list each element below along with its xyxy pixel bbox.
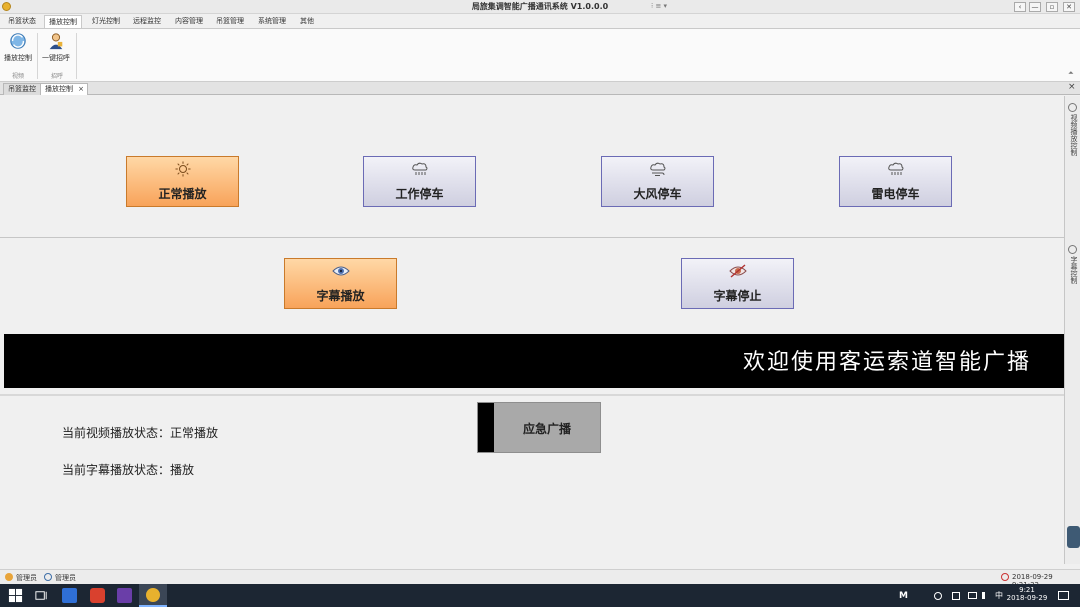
notification-area-icon[interactable] xyxy=(952,592,960,600)
broadcast-app-icon xyxy=(146,588,160,602)
doc-tab-playback-control[interactable]: 播放控制 × xyxy=(40,83,88,95)
playback-control-ribbon-button[interactable]: 播放控制 xyxy=(1,32,35,68)
wind-stop-button[interactable]: 大风停车 xyxy=(601,156,714,207)
sidebar-item-video-control[interactable]: 视频播放控制 xyxy=(1067,114,1079,156)
status-user-2: 管理员 xyxy=(55,574,76,582)
ribbon-group-label: 招呼 xyxy=(51,73,64,80)
sidebar-item-subtitle-control[interactable]: 字幕控制 xyxy=(1067,256,1079,284)
eye-slash-icon xyxy=(729,264,747,278)
marquee-text: 欢迎使用客运索道智能广播 xyxy=(743,350,1032,375)
subtitle-play-button[interactable]: 字幕播放 xyxy=(284,258,397,309)
wind-cloud-icon xyxy=(650,162,666,176)
subtitle-status-label: 当前字幕播放状态： xyxy=(62,463,171,477)
button-label: 字幕停止 xyxy=(713,289,762,303)
document-tabs: 吊篮监控 播放控制 × × xyxy=(0,82,1080,95)
title-bar: 局旅集调智能广播通讯系统 V1.0.0.0 ⁝ ≡ ▾ ‹ — ▫ ✕ xyxy=(0,0,1080,14)
user-icon xyxy=(44,573,52,581)
emergency-indicator-bar xyxy=(478,403,494,452)
taskbar: M 中 9:21 2018-09-29 xyxy=(0,584,1080,607)
pin-icon[interactable] xyxy=(1068,103,1077,112)
visual-studio-icon[interactable] xyxy=(117,588,132,603)
doc-tab-label: 播放控制 xyxy=(45,85,73,93)
ribbon-separator xyxy=(76,33,77,79)
collapse-ribbon-icon[interactable]: ⏶ xyxy=(1068,69,1074,78)
refresh-globe-icon xyxy=(10,33,26,49)
person-icon xyxy=(49,33,63,50)
task-view-icon[interactable] xyxy=(34,588,49,603)
emergency-broadcast-button[interactable]: 应急广播 xyxy=(477,402,601,453)
display-icon[interactable] xyxy=(968,592,977,599)
close-all-tabs-icon[interactable]: × xyxy=(1068,82,1076,92)
ribbon-separator xyxy=(37,33,38,79)
subtitle-stop-button[interactable]: 字幕停止 xyxy=(681,258,794,309)
ribbon-button-label: 播放控制 xyxy=(4,54,32,62)
window-title: 局旅集调智能广播通讯系统 V1.0.0.0 xyxy=(471,2,609,11)
quick-access-toolbar[interactable]: ⁝ ≡ ▾ xyxy=(651,2,667,10)
button-label: 正常播放 xyxy=(158,187,207,201)
button-label: 工作停车 xyxy=(395,187,444,201)
ribbon-button-label: 一键招呼 xyxy=(42,54,70,62)
subtitle-status-value: 播放 xyxy=(170,463,195,477)
button-label: 应急广播 xyxy=(522,422,571,436)
tab-remote-monitor[interactable]: 远程监控 xyxy=(129,15,165,28)
taskbar-active-app[interactable] xyxy=(139,584,167,607)
ribbon-group-label: 视频 xyxy=(12,73,25,80)
tab-content-manage[interactable]: 内容管理 xyxy=(171,15,207,28)
video-control-panel: 正常播放 工作停车 大风停车 雷电停车 xyxy=(0,96,1064,238)
doc-tab-basket-monitor[interactable]: 吊篮监控 xyxy=(3,83,41,95)
one-key-call-ribbon-button[interactable]: 一键招呼 xyxy=(39,32,73,68)
tab-playback-control[interactable]: 播放控制 xyxy=(44,15,82,28)
button-label: 雷电停车 xyxy=(871,187,920,201)
video-status-label: 当前视频播放状态： xyxy=(62,426,171,440)
sun-icon xyxy=(175,161,191,177)
tab-light-control[interactable]: 灯光控制 xyxy=(88,15,124,28)
close-button[interactable]: ✕ xyxy=(1063,2,1075,12)
language-indicator[interactable]: 中 xyxy=(995,590,1003,601)
status-user-1: 管理员 xyxy=(16,574,37,582)
thunder-stop-button[interactable]: 雷电停车 xyxy=(839,156,952,207)
menu-bar: 吊篮状态 播放控制 灯光控制 远程监控 内容管理 吊篮管理 系统管理 其他 xyxy=(0,14,1080,28)
normal-play-button[interactable]: 正常播放 xyxy=(126,156,239,207)
thunder-cloud-icon xyxy=(888,162,904,175)
user-icon xyxy=(5,573,13,581)
tab-basket-manage[interactable]: 吊篮管理 xyxy=(212,15,248,28)
pdf-app-icon[interactable] xyxy=(90,588,105,603)
rain-cloud-icon xyxy=(412,162,428,175)
volume-icon[interactable] xyxy=(982,592,991,599)
tab-basket-status[interactable]: 吊篮状态 xyxy=(4,15,40,28)
section-divider xyxy=(0,394,1064,396)
close-tab-icon[interactable]: × xyxy=(78,84,84,95)
ribbon: 播放控制 一键招呼 视频 招呼 ⏶ xyxy=(0,28,1080,82)
app-store-icon[interactable] xyxy=(62,588,77,603)
clock-date: 2018-09-29 xyxy=(1006,594,1048,602)
side-handle-icon[interactable] xyxy=(1067,526,1080,548)
main-content: 正常播放 工作停车 大风停车 雷电停车 字幕播放 字幕停止 xyxy=(0,96,1064,564)
network-icon[interactable] xyxy=(934,592,942,600)
status-bar: 管理员 管理员 2018-09-29 9:21:32 xyxy=(0,569,1080,589)
video-status-value: 正常播放 xyxy=(170,426,219,440)
button-label: 字幕播放 xyxy=(316,289,365,303)
windows-start-icon[interactable] xyxy=(8,588,23,603)
video-status-line: 当前视频播放状态：正常播放 xyxy=(62,424,218,441)
right-sidebar: 视频播放控制 字幕控制 xyxy=(1064,96,1080,564)
tab-system-manage[interactable]: 系统管理 xyxy=(254,15,290,28)
clock-time: 9:21 xyxy=(1019,586,1035,594)
taskbar-clock[interactable]: 9:21 2018-09-29 xyxy=(1004,586,1050,602)
maximize-button[interactable]: ▫ xyxy=(1046,2,1058,12)
button-label: 大风停车 xyxy=(633,187,682,201)
work-stop-button[interactable]: 工作停车 xyxy=(363,156,476,207)
eye-icon xyxy=(332,266,350,276)
subtitle-marquee: 欢迎使用客运索道智能广播 xyxy=(4,334,1064,388)
clock-icon xyxy=(1001,573,1009,581)
subtitle-status-line: 当前字幕播放状态：播放 xyxy=(62,461,194,478)
action-center-icon[interactable] xyxy=(1058,591,1069,600)
pin-icon[interactable] xyxy=(1068,245,1077,254)
tab-other[interactable]: 其他 xyxy=(296,15,318,28)
ime-indicator[interactable]: M xyxy=(899,591,908,601)
minimize-button[interactable]: — xyxy=(1029,2,1041,12)
ribbon-toggle-button[interactable]: ‹ xyxy=(1014,2,1026,12)
